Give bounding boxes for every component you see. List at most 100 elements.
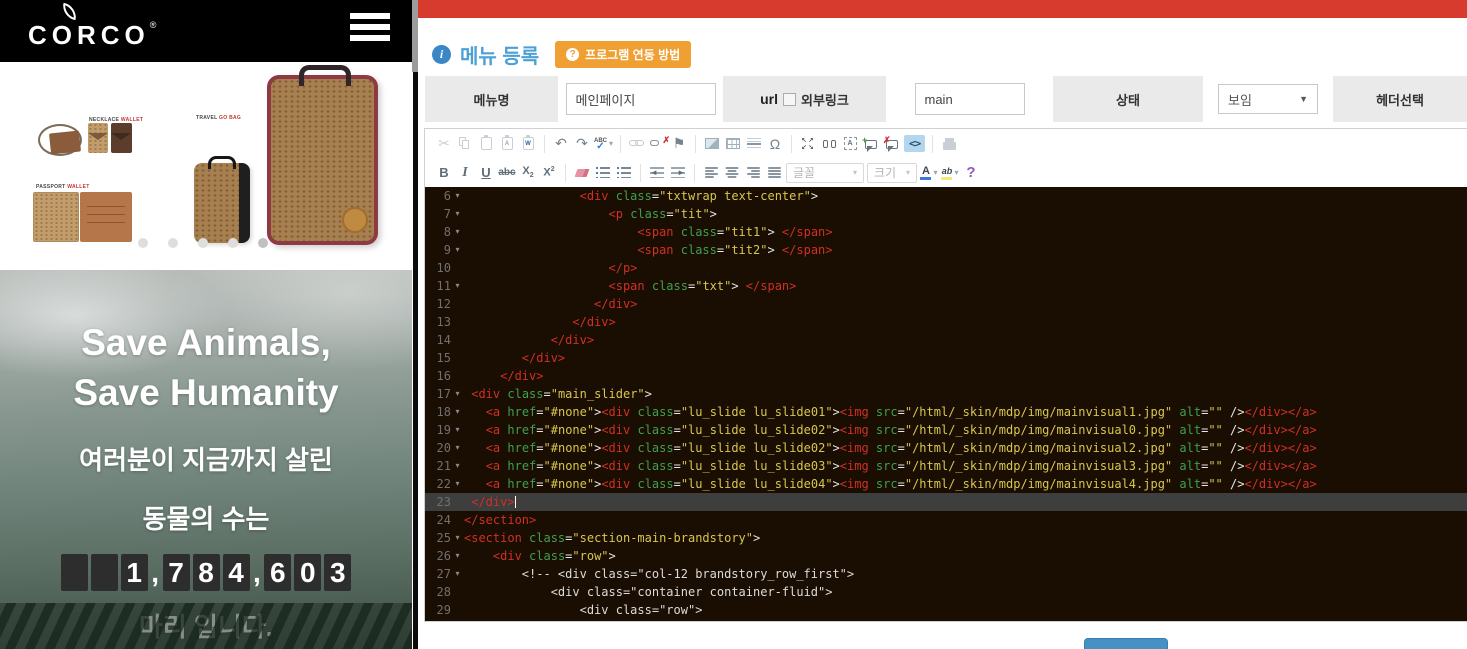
code-line-11: 11▾ <span class="txt"> </span> xyxy=(425,277,1467,295)
cork-badge xyxy=(342,207,368,233)
font-select[interactable]: 글꼴▾ xyxy=(786,162,864,184)
registered-mark: ® xyxy=(150,20,157,30)
numbered-list-icon[interactable] xyxy=(594,162,612,184)
code-line-17: 17▾ <div class="main_slider"> xyxy=(425,385,1467,403)
program-link-help-button[interactable]: ? 프로그램 연동 방법 xyxy=(555,41,691,68)
indent-icon[interactable]: ► xyxy=(669,162,687,184)
underline-button[interactable]: U xyxy=(477,162,495,184)
admin-pane: i 메뉴 등록 ? 프로그램 연동 방법 메뉴명 url 외부링크 상태 보임 … xyxy=(418,0,1467,649)
code-line-26: 26▾ <div class="row"> xyxy=(425,547,1467,565)
source-button[interactable]: <> xyxy=(904,133,925,155)
unlink-icon[interactable]: ✗ xyxy=(649,133,667,155)
slider-dot-2[interactable] xyxy=(168,238,178,248)
external-link-label: 외부링크 xyxy=(801,90,849,109)
slider-dots[interactable] xyxy=(138,238,268,248)
url-input[interactable] xyxy=(915,83,1025,115)
add-comment-icon[interactable]: + xyxy=(862,133,880,155)
about-icon[interactable]: ? xyxy=(962,162,980,184)
counter-comma: , xyxy=(151,557,159,589)
paste-icon[interactable] xyxy=(477,133,495,155)
toolbar-separator xyxy=(932,135,933,153)
align-center-icon[interactable] xyxy=(723,162,741,184)
product-label-travel-go-bag: TRAVEL GO BAG xyxy=(196,115,241,121)
special-char-icon[interactable]: Ω xyxy=(766,133,784,155)
counter-digit-box: 4 xyxy=(223,554,250,591)
maximize-icon[interactable]: ↖↗↙↘ xyxy=(799,133,817,155)
toolbar-separator xyxy=(640,164,641,182)
slider-dot-4[interactable] xyxy=(228,238,238,248)
slider-dot-1[interactable] xyxy=(138,238,148,248)
align-right-icon[interactable] xyxy=(744,162,762,184)
editor-toolbar-row2: BIUabcX2X2◄►글꼴▾크기▾A▾ab▾? xyxy=(425,158,1467,187)
status-select[interactable]: 보임 ▼ xyxy=(1218,84,1318,114)
outdent-icon[interactable]: ◄ xyxy=(648,162,666,184)
counter-digit-box: 6 xyxy=(264,554,291,591)
code-line-23: 23 </div> xyxy=(425,493,1467,511)
strike-button[interactable]: abc xyxy=(498,162,516,184)
site-preview-pane: CORCO® NECKLACE WALLET TRAVEL GO BAG PAS… xyxy=(0,0,412,649)
bold-button[interactable]: B xyxy=(435,162,453,184)
code-line-30: 30 <div class="col-12 col-lg-6 brandstor… xyxy=(425,619,1467,621)
find-icon[interactable] xyxy=(820,133,838,155)
link-icon[interactable] xyxy=(628,133,646,155)
editor-toolbar-row1: ✂AW↶↷ABC✓▾✗⚑Ω↖↗↙↘A+✗<> xyxy=(425,129,1467,158)
passport-wallet-right-image xyxy=(80,192,132,242)
copy-icon[interactable] xyxy=(456,133,474,155)
counter-digit-box: 7 xyxy=(163,554,190,591)
product-slider[interactable]: NECKLACE WALLET TRAVEL GO BAG PASSPORT W… xyxy=(0,62,412,270)
counter-digit-box: 1 xyxy=(121,554,148,591)
code-line-24: 24</section> xyxy=(425,511,1467,529)
code-line-25: 25▾<section class="section-main-brandsto… xyxy=(425,529,1467,547)
paste-word-icon[interactable]: W xyxy=(519,133,537,155)
bullet-list-icon[interactable] xyxy=(615,162,633,184)
info-icon: i xyxy=(432,45,451,64)
hero-subtitle-1: 여러분이 지금까지 살린 xyxy=(0,440,412,477)
slider-dot-5[interactable] xyxy=(258,238,268,248)
table-icon[interactable] xyxy=(724,133,742,155)
toolbar-separator xyxy=(544,135,545,153)
select-all-icon[interactable]: A xyxy=(841,133,859,155)
hero-subtitle-3: 마리 입니다. xyxy=(0,607,412,644)
save-button[interactable]: 저장하기 xyxy=(1084,638,1168,649)
code-line-27: 27▾ <!-- <div class="col-12 brandstory_r… xyxy=(425,565,1467,583)
hr-icon[interactable] xyxy=(745,133,763,155)
status-label: 상태 xyxy=(1053,76,1203,122)
menu-name-input[interactable] xyxy=(566,83,716,115)
image-icon[interactable] xyxy=(703,133,721,155)
code-line-14: 14 </div> xyxy=(425,331,1467,349)
remove-comment-icon[interactable]: ✗ xyxy=(883,133,901,155)
code-line-6: 6▾ <div class="txtwrap text-center"> xyxy=(425,187,1467,205)
paste-text-icon[interactable]: A xyxy=(498,133,516,155)
text-color-icon[interactable]: A▾ xyxy=(920,162,938,184)
counter-digit-box: 3 xyxy=(324,554,351,591)
anchor-icon[interactable]: ⚑ xyxy=(670,133,688,155)
undo-icon[interactable]: ↶ xyxy=(552,133,570,155)
slider-dot-3[interactable] xyxy=(198,238,208,248)
redo-icon[interactable]: ↷ xyxy=(573,133,591,155)
bg-color-icon[interactable]: ab▾ xyxy=(941,162,959,184)
chevron-down-icon: ▼ xyxy=(1299,94,1308,104)
code-line-10: 10 </p> xyxy=(425,259,1467,277)
italic-button[interactable]: I xyxy=(456,162,474,184)
code-line-8: 8▾ <span class="tit1"> </span> xyxy=(425,223,1467,241)
align-justify-icon[interactable] xyxy=(765,162,783,184)
corco-logo[interactable]: CORCO® xyxy=(28,4,156,50)
align-left-icon[interactable] xyxy=(702,162,720,184)
code-line-9: 9▾ <span class="tit2"> </span> xyxy=(425,241,1467,259)
subscript-button[interactable]: X2 xyxy=(519,162,537,184)
travel-go-bag-image xyxy=(267,75,378,245)
superscript-button[interactable]: X2 xyxy=(540,162,558,184)
counter-digit-box: 8 xyxy=(193,554,220,591)
size-select[interactable]: 크기▾ xyxy=(867,162,917,184)
cut-icon[interactable]: ✂ xyxy=(435,133,453,155)
hamburger-menu-icon[interactable] xyxy=(350,13,390,46)
source-code-area[interactable]: 6▾ <div class="txtwrap text-center">7▾ <… xyxy=(425,187,1467,621)
menu-name-label: 메뉴명 xyxy=(425,76,558,122)
small-backpack-image xyxy=(194,163,250,243)
external-link-checkbox[interactable] xyxy=(783,93,796,106)
spellcheck-icon[interactable]: ABC✓▾ xyxy=(594,133,613,155)
toolbar-separator xyxy=(694,164,695,182)
remove-format-icon[interactable] xyxy=(573,162,591,184)
print-icon[interactable] xyxy=(940,133,958,155)
animal-counter: 1,784,603 xyxy=(0,554,412,591)
